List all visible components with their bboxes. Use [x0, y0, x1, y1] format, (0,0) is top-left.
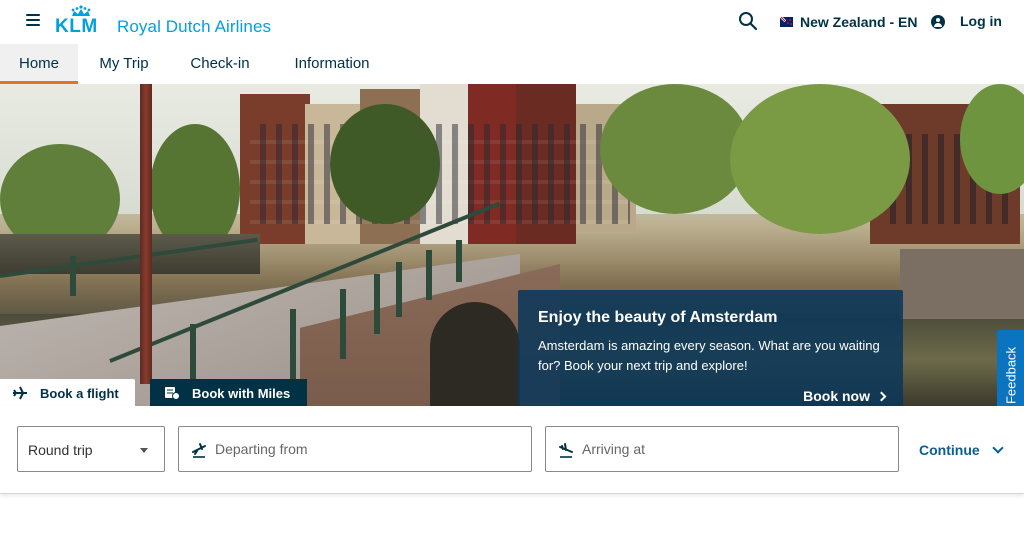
trip-type-value: Round trip [28, 442, 93, 458]
railing-post [426, 250, 432, 300]
region-label: New Zealand - EN [800, 14, 918, 30]
chevron-down-icon [991, 442, 1004, 454]
airplane-icon [13, 386, 27, 400]
book-now-label: Book now [803, 388, 870, 404]
continue-label: Continue [919, 442, 980, 458]
nav-item-check-in[interactable]: Check-in [178, 44, 262, 84]
railing-post [374, 274, 380, 334]
tree [330, 104, 440, 224]
region-selector[interactable]: New Zealand - EN [780, 13, 917, 31]
tab-book-a-flight[interactable]: Book a flight [0, 379, 135, 407]
building-windows [250, 124, 630, 224]
hamburger-menu-icon[interactable] [26, 14, 40, 26]
arrival-plane-icon [559, 443, 573, 458]
search-icon[interactable] [738, 11, 758, 31]
login-label: Log in [960, 13, 1002, 29]
street-lamp [140, 84, 152, 384]
departing-from-input[interactable] [215, 427, 521, 471]
railing-post [70, 256, 76, 296]
booking-form: Round trip Continue [0, 406, 1024, 494]
canal-wall [900, 249, 1024, 319]
tab-book-with-miles-label: Book with Miles [192, 385, 291, 401]
login-button[interactable]: Log in [931, 13, 1002, 29]
trip-type-select[interactable]: Round trip [17, 426, 165, 472]
book-now-button[interactable]: Book now [803, 388, 887, 404]
nav-item-information[interactable]: Information [282, 44, 382, 84]
chevron-right-icon [876, 391, 887, 401]
railing-post [396, 262, 402, 317]
railing-post [290, 309, 296, 379]
main-navigation: Home My Trip Check-in Information [0, 44, 1024, 84]
railing-post [340, 289, 346, 359]
tab-book-a-flight-label: Book a flight [40, 385, 119, 401]
arriving-field[interactable] [545, 426, 899, 472]
departing-field[interactable] [178, 426, 532, 472]
user-account-icon [931, 15, 945, 29]
continue-button[interactable]: Continue [919, 442, 1004, 458]
caret-down-icon [140, 448, 148, 453]
miles-ticket-icon [165, 387, 180, 400]
feedback-label: Feedback [1003, 346, 1019, 405]
promo-title: Enjoy the beauty of Amsterdam [538, 309, 778, 326]
tab-book-with-miles[interactable]: Book with Miles [150, 379, 307, 407]
nav-item-home[interactable]: Home [0, 44, 78, 84]
hero-image-amsterdam: Enjoy the beauty of Amsterdam Amsterdam … [0, 84, 1024, 406]
nav-item-my-trip[interactable]: My Trip [85, 44, 163, 84]
bridge-arch [430, 302, 520, 406]
new-zealand-flag-icon [780, 17, 793, 27]
arriving-at-input[interactable] [582, 427, 888, 471]
tree [600, 84, 750, 214]
promo-body: Amsterdam is amazing every season. What … [538, 338, 880, 373]
tree [730, 84, 910, 234]
brand-name[interactable]: Royal Dutch Airlines [117, 17, 271, 37]
departure-plane-icon [192, 443, 206, 458]
promo-card: Enjoy the beauty of Amsterdam Amsterdam … [518, 290, 903, 406]
railing-post [456, 240, 462, 282]
logo-text: KLM [55, 16, 98, 37]
site-header: KLM Royal Dutch Airlines New Zealand - E… [0, 0, 1024, 44]
klm-logo[interactable]: KLM [55, 5, 107, 37]
